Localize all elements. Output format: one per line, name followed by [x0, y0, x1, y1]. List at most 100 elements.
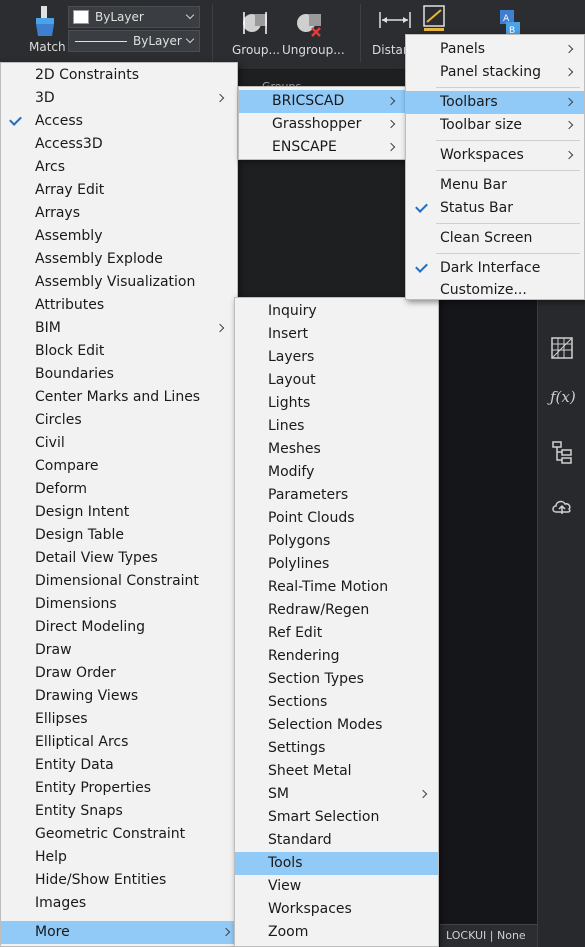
menu-item[interactable]: Parameters: [235, 484, 438, 507]
menu-item[interactable]: Sheet Metal: [235, 760, 438, 783]
menu-item[interactable]: Entity Snaps: [1, 800, 237, 823]
menu-item[interactable]: Section Types: [235, 668, 438, 691]
menu-item[interactable]: Compare: [1, 455, 237, 478]
match-properties-brush-icon[interactable]: [30, 4, 60, 44]
menu-item[interactable]: Customize...: [406, 279, 584, 302]
menu-item[interactable]: Grasshopper: [239, 113, 406, 136]
group-icon[interactable]: [240, 8, 270, 42]
menu-item[interactable]: View: [235, 875, 438, 898]
linetype-dropdown[interactable]: ByLayer: [68, 30, 200, 52]
structure-tree-icon[interactable]: [550, 440, 574, 464]
menu-item[interactable]: Direct Modeling: [1, 616, 237, 639]
menu-item-label: Direct Modeling: [35, 619, 146, 635]
menu-item[interactable]: Draw: [1, 639, 237, 662]
menu-item-bricscad[interactable]: BRICSCAD: [239, 90, 406, 113]
menu-item[interactable]: Dimensional Constraint: [1, 570, 237, 593]
menu-item[interactable]: Dark Interface: [406, 257, 584, 280]
menu-item[interactable]: Detail View Types: [1, 547, 237, 570]
menu-item[interactable]: Elliptical Arcs: [1, 731, 237, 754]
menu-item-label: Customize...: [440, 282, 527, 298]
cloud-upload-icon[interactable]: [550, 494, 574, 518]
menu-item[interactable]: Layout: [235, 369, 438, 392]
menu-item[interactable]: Sections: [235, 691, 438, 714]
ungroup-icon[interactable]: [294, 8, 324, 42]
menu-item[interactable]: Center Marks and Lines: [1, 386, 237, 409]
menu-item[interactable]: Help: [1, 846, 237, 869]
menu-item[interactable]: Geometric Constraint: [1, 823, 237, 846]
menu-item[interactable]: Boundaries: [1, 363, 237, 386]
menu-item[interactable]: Real-Time Motion: [235, 576, 438, 599]
menu-item[interactable]: Drawing Views: [1, 685, 237, 708]
menu-item-label: Block Edit: [35, 343, 105, 359]
menu-item[interactable]: Status Bar: [406, 197, 584, 220]
menu-item[interactable]: Assembly Explode: [1, 248, 237, 271]
menu-item[interactable]: Civil: [1, 432, 237, 455]
menu-item[interactable]: Toolbar size: [406, 114, 584, 137]
menu-item[interactable]: Rendering: [235, 645, 438, 668]
menu-item-toolbars[interactable]: Toolbars: [406, 91, 584, 114]
measure-icon[interactable]: [422, 4, 446, 36]
menu-item[interactable]: Polygons: [235, 530, 438, 553]
menu-item[interactable]: Entity Data: [1, 754, 237, 777]
function-fx-icon[interactable]: ƒ(x): [550, 388, 576, 412]
menu-item[interactable]: Clean Screen: [406, 227, 584, 250]
menu-item[interactable]: Access: [1, 110, 237, 133]
menu-item[interactable]: Dimensions: [1, 593, 237, 616]
menu-item[interactable]: Smart Selection: [235, 806, 438, 829]
group-label[interactable]: Group...: [232, 43, 280, 57]
menu-item[interactable]: Menu Bar: [406, 174, 584, 197]
menu-item-label: ENSCAPE: [272, 139, 337, 155]
menu-item[interactable]: Panels: [406, 38, 584, 61]
menu-item[interactable]: Modify: [235, 461, 438, 484]
menu-item[interactable]: Meshes: [235, 438, 438, 461]
menu-item-more[interactable]: More: [1, 921, 237, 944]
menu-item[interactable]: Ref Edit: [235, 622, 438, 645]
distance-icon[interactable]: [378, 10, 412, 34]
menu-item[interactable]: Point Clouds: [235, 507, 438, 530]
menu-item[interactable]: Lines: [235, 415, 438, 438]
ungroup-label[interactable]: Ungroup...: [282, 43, 345, 57]
menu-item[interactable]: Workspaces: [406, 144, 584, 167]
menu-item[interactable]: Images: [1, 892, 237, 915]
menu-item[interactable]: Panel stacking: [406, 61, 584, 84]
menu-item[interactable]: Attributes: [1, 294, 237, 317]
menu-item[interactable]: Circles: [1, 409, 237, 432]
menu-item[interactable]: Arcs: [1, 156, 237, 179]
menu-item[interactable]: Hide/Show Entities: [1, 869, 237, 892]
menu-item[interactable]: Redraw/Regen: [235, 599, 438, 622]
menu-item[interactable]: 3D: [1, 87, 237, 110]
menu-item[interactable]: Insert: [235, 323, 438, 346]
menu-item[interactable]: Workspaces: [235, 898, 438, 921]
menu-item[interactable]: Standard: [235, 829, 438, 852]
menu-item[interactable]: Lights: [235, 392, 438, 415]
menu-item-tools[interactable]: Tools: [235, 852, 438, 875]
menu-item[interactable]: Assembly Visualization: [1, 271, 237, 294]
status-bar[interactable]: LOCKUI | None: [440, 924, 537, 947]
menu-item[interactable]: Array Edit: [1, 179, 237, 202]
hatch-grid-icon[interactable]: [550, 336, 574, 360]
menu-item[interactable]: Settings: [235, 737, 438, 760]
menu-item[interactable]: Design Intent: [1, 501, 237, 524]
menu-item[interactable]: Design Table: [1, 524, 237, 547]
color-dropdown[interactable]: ByLayer: [68, 6, 200, 28]
menu-item[interactable]: Entity Properties: [1, 777, 237, 800]
chevron-right-icon: [564, 150, 574, 160]
menu-item[interactable]: BIM: [1, 317, 237, 340]
match-label[interactable]: Match: [29, 40, 66, 54]
menu-item[interactable]: Draw Order: [1, 662, 237, 685]
menu-item-label: Draw Order: [35, 665, 116, 681]
menu-item[interactable]: Layers: [235, 346, 438, 369]
menu-item[interactable]: Polylines: [235, 553, 438, 576]
menu-item[interactable]: Deform: [1, 478, 237, 501]
menu-item[interactable]: Selection Modes: [235, 714, 438, 737]
menu-item[interactable]: Assembly: [1, 225, 237, 248]
menu-item[interactable]: 2D Constraints: [1, 64, 237, 87]
menu-item[interactable]: Inquiry: [235, 300, 438, 323]
menu-item[interactable]: Arrays: [1, 202, 237, 225]
menu-item[interactable]: Ellipses: [1, 708, 237, 731]
menu-item[interactable]: Access3D: [1, 133, 237, 156]
menu-item[interactable]: Zoom: [235, 921, 438, 944]
menu-item[interactable]: ENSCAPE: [239, 136, 406, 159]
menu-item[interactable]: SM: [235, 783, 438, 806]
menu-item[interactable]: Block Edit: [1, 340, 237, 363]
